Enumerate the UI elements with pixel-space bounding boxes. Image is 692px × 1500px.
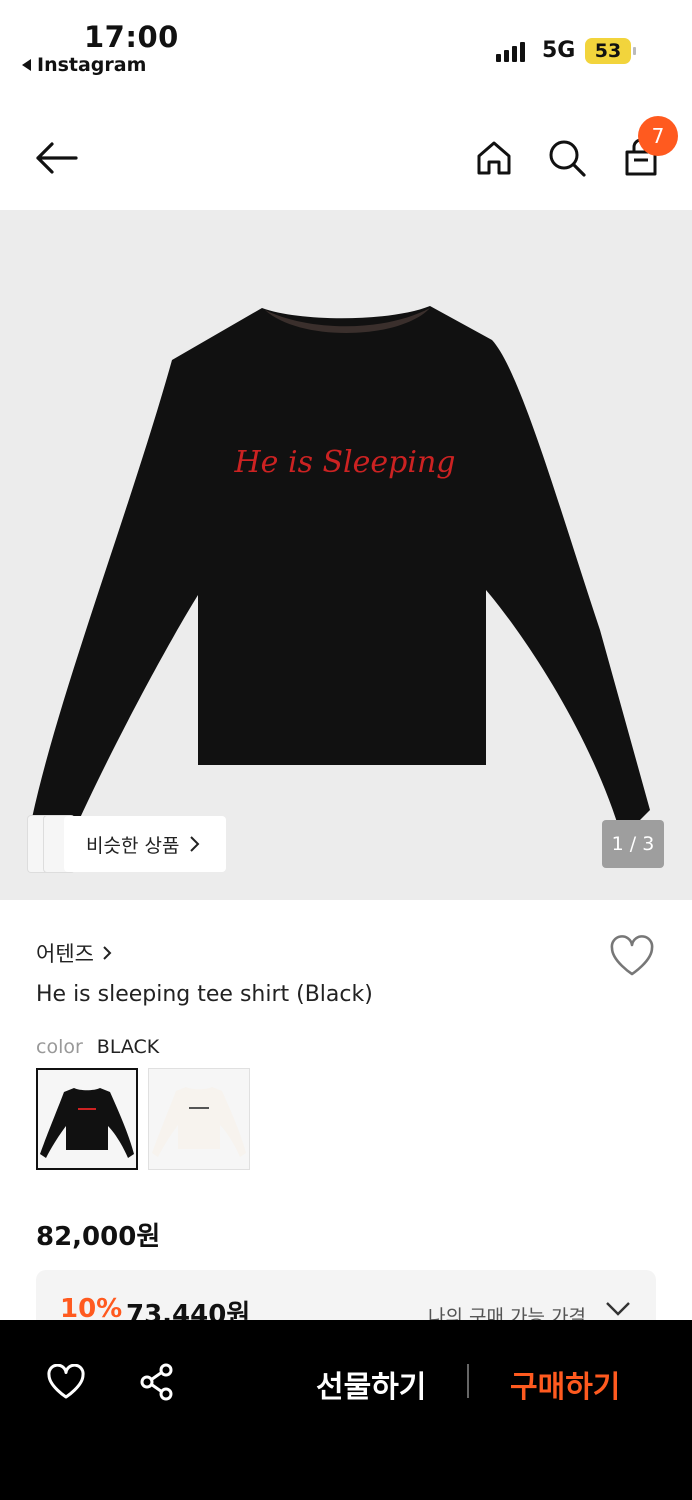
battery-indicator: 53	[585, 38, 636, 64]
like-heart-icon[interactable]	[44, 1360, 88, 1404]
brand-name: 어텐즈	[36, 942, 94, 966]
color-swatch-white[interactable]	[148, 1068, 250, 1170]
share-icon[interactable]	[135, 1360, 179, 1404]
brand-link[interactable]: 어텐즈	[36, 938, 112, 968]
color-value: BLACK	[96, 1036, 160, 1058]
similar-products-button[interactable]: 비슷한 상품	[64, 816, 226, 872]
buy-button[interactable]: 구매하기	[510, 1362, 620, 1406]
back-triangle-icon	[22, 59, 31, 71]
color-key: color	[36, 1036, 83, 1058]
tshirt-image: He is Sleeping	[32, 306, 650, 840]
chevron-right-icon	[103, 946, 112, 960]
signal-icon	[496, 40, 525, 62]
action-divider	[467, 1364, 469, 1398]
color-swatch-black[interactable]	[36, 1068, 138, 1170]
similar-products-label: 비슷한 상품	[86, 834, 180, 857]
bottom-action-bar: 선물하기 구매하기	[0, 1320, 692, 1500]
color-selector-label: color BLACK	[36, 1036, 159, 1058]
embroidery-text: He is Sleeping	[234, 445, 456, 480]
back-to-app-link[interactable]: Instagram	[22, 54, 146, 76]
gift-button[interactable]: 선물하기	[316, 1362, 426, 1406]
status-time: 17:00	[84, 20, 179, 54]
product-image[interactable]: He is Sleeping	[0, 210, 692, 900]
home-icon[interactable]	[470, 134, 518, 182]
image-pager: 1 / 3	[602, 820, 664, 868]
network-label: 5G	[542, 38, 576, 63]
back-app-label: Instagram	[37, 54, 147, 76]
chevron-right-icon	[190, 836, 200, 852]
product-name: He is sleeping tee shirt (Black)	[36, 982, 373, 1007]
back-arrow-icon[interactable]	[32, 134, 80, 182]
search-icon[interactable]	[543, 134, 591, 182]
cart-count-badge: 7	[638, 116, 678, 156]
chevron-down-icon	[606, 1302, 630, 1316]
status-bar: 17:00 Instagram 5G 53	[0, 0, 692, 90]
wishlist-heart-icon[interactable]	[608, 934, 656, 982]
original-price: 82,000원	[36, 1222, 161, 1252]
top-nav	[0, 110, 692, 206]
